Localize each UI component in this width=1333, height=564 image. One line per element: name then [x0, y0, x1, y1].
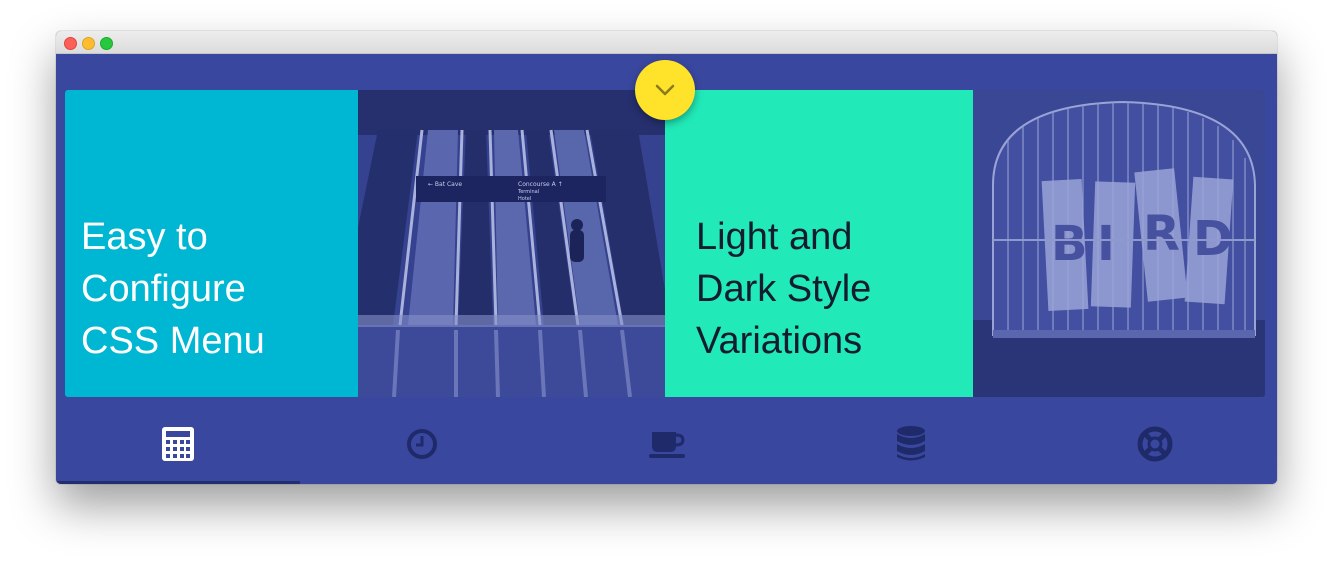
tab-coffee[interactable]	[544, 404, 788, 484]
birdcage-image: B I R D	[973, 90, 1265, 397]
svg-text:← Bat Cave: ← Bat Cave	[428, 181, 462, 188]
escalators-image: ← Bat Cave Concourse A ↑ Terminal Hotel	[358, 90, 665, 397]
svg-text:Hotel: Hotel	[518, 196, 531, 202]
card-configure[interactable]: Easy to Configure CSS Menu	[65, 90, 358, 397]
zoom-window-button[interactable]	[100, 37, 113, 50]
svg-text:Concourse A ↑: Concourse A ↑	[518, 181, 563, 188]
card-title: Light and Dark Style Variations	[696, 216, 872, 362]
card-title: Easy to Configure CSS Menu	[81, 216, 265, 362]
menu-panel: Easy to Configure CSS Menu ← Bat Cave Co…	[56, 54, 1277, 484]
title-bar	[56, 31, 1277, 54]
card-row: Easy to Configure CSS Menu ← Bat Cave Co…	[65, 90, 1265, 397]
svg-text:B: B	[1051, 216, 1088, 272]
tab-support[interactable]	[1033, 404, 1277, 484]
tab-calculator[interactable]	[56, 404, 301, 484]
menu-toggle-button[interactable]	[635, 60, 695, 120]
tab-clock[interactable]	[300, 404, 544, 484]
svg-text:Terminal: Terminal	[517, 189, 539, 195]
escalators-photo: ← Bat Cave Concourse A ↑ Terminal Hotel	[358, 90, 665, 397]
svg-text:R: R	[1143, 206, 1180, 262]
minimize-window-button[interactable]	[82, 37, 95, 50]
coffee-cup-icon	[648, 432, 685, 458]
life-ring-icon	[1137, 426, 1173, 462]
browser-window: Easy to Configure CSS Menu ← Bat Cave Co…	[56, 31, 1277, 484]
tab-database[interactable]	[789, 404, 1033, 484]
chevron-down-icon	[655, 84, 675, 96]
calculator-icon	[162, 427, 195, 461]
svg-text:I: I	[1097, 216, 1115, 272]
database-icon	[896, 426, 925, 461]
birdcage-photo: B I R D	[973, 90, 1265, 397]
card-styles[interactable]: Light and Dark Style Variations	[665, 90, 973, 397]
icon-tab-bar	[56, 404, 1277, 484]
close-window-button[interactable]	[64, 37, 77, 50]
clock-icon	[407, 429, 438, 459]
